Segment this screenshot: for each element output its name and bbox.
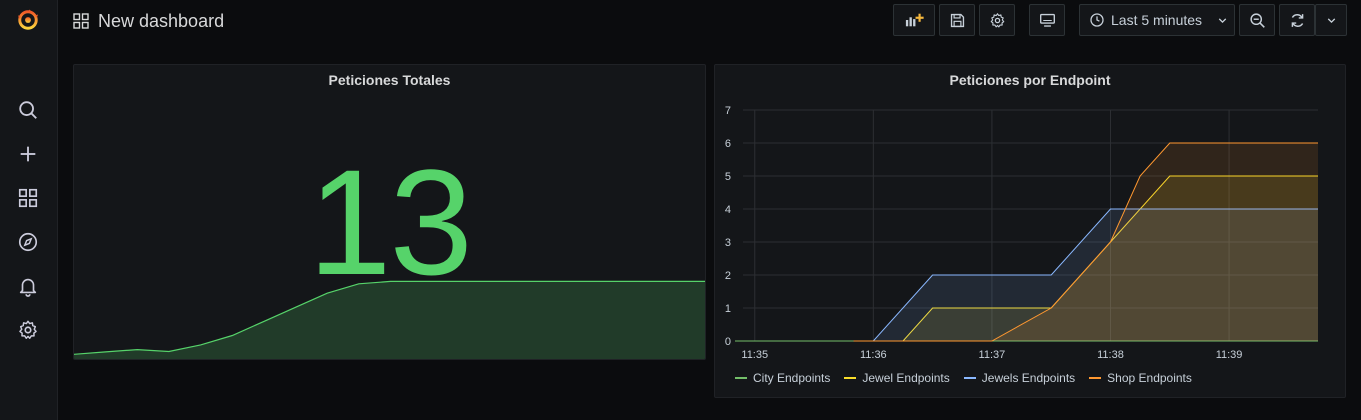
clock-icon [1090,13,1104,27]
sidebar [0,0,58,420]
legend-item[interactable]: Jewels Endpoints [963,371,1076,385]
legend-label: City Endpoints [753,371,831,385]
bell-icon [19,278,37,297]
grafana-logo[interactable] [14,6,42,34]
page-title: New dashboard [98,10,225,31]
x-tick-label: 11:39 [1216,349,1243,361]
plus-icon [20,146,36,162]
x-tick-label: 11:36 [860,349,887,361]
y-tick-label: 2 [725,270,731,282]
configuration-button[interactable] [14,316,42,344]
graph-legend: City Endpoints Jewel Endpoints Jewels Endp… [735,371,1192,385]
add-panel-icon [905,13,924,27]
x-tick-label: 11:38 [1097,349,1124,361]
search-button[interactable] [14,96,42,124]
grafana-logo-icon [17,9,39,30]
compass-icon [18,232,38,252]
y-tick-label: 6 [725,138,731,150]
graph-chart[interactable]: 0 1 2 3 4 5 6 7 11:35 11:36 11:37 11:38 11:39 [715,65,1346,398]
add-panel-button[interactable] [893,4,935,36]
y-tick-label: 7 [725,105,731,117]
legend-swatch [1089,377,1102,379]
zoom-out-icon [1249,12,1265,28]
legend-swatch [844,377,857,379]
legend-item[interactable]: Shop Endpoints [1089,371,1192,385]
legend-label: Shop Endpoints [1107,371,1192,385]
create-button[interactable] [14,140,42,168]
monitor-icon [1039,13,1055,27]
legend-item[interactable]: Jewel Endpoints [844,371,950,385]
legend-swatch [735,377,747,379]
stat-value: 13 [308,138,473,306]
y-tick-label: 5 [725,171,731,183]
search-icon [19,101,37,119]
dashboard-title-link[interactable]: New dashboard [73,8,224,34]
graph-panel[interactable]: Peticiones por Endpoint 0 1 2 3 4 5 6 7 11:35 11:… [714,64,1346,398]
legend-item[interactable]: City Endpoints [735,371,830,385]
refresh-interval-dropdown[interactable] [1315,4,1347,36]
top-navbar: New dashboard Last 5 minutes [57,0,1361,44]
save-icon [950,13,964,27]
tv-mode-button[interactable] [1029,4,1065,36]
legend-swatch [963,377,976,379]
y-tick-label: 1 [725,303,731,315]
zoom-out-button[interactable] [1239,4,1275,36]
dashboard-settings-button[interactable] [979,4,1015,36]
gear-icon [19,320,37,339]
y-tick-label: 4 [725,204,731,216]
stat-panel[interactable]: Peticiones Totales 13 [73,64,706,360]
explore-button[interactable] [14,228,42,256]
x-tick-label: 11:35 [741,349,768,361]
legend-label: Jewels Endpoints [981,371,1076,385]
refresh-icon [1291,13,1303,27]
dashboards-button[interactable] [14,184,42,212]
time-range-label: Last 5 minutes [1111,12,1203,28]
dashboards-icon [73,13,89,29]
alerting-button[interactable] [14,272,42,300]
chevron-down-icon [1327,17,1335,23]
y-tick-label: 0 [725,336,731,348]
gear-icon [990,12,1004,27]
time-range-picker[interactable]: Last 5 minutes [1079,4,1235,36]
y-tick-label: 3 [725,237,731,249]
legend-label: Jewel Endpoints [862,371,950,385]
chevron-down-icon [1218,17,1227,23]
dashboards-icon [18,188,38,208]
refresh-button[interactable] [1279,4,1315,36]
x-tick-label: 11:37 [979,349,1006,361]
save-dashboard-button[interactable] [939,4,975,36]
